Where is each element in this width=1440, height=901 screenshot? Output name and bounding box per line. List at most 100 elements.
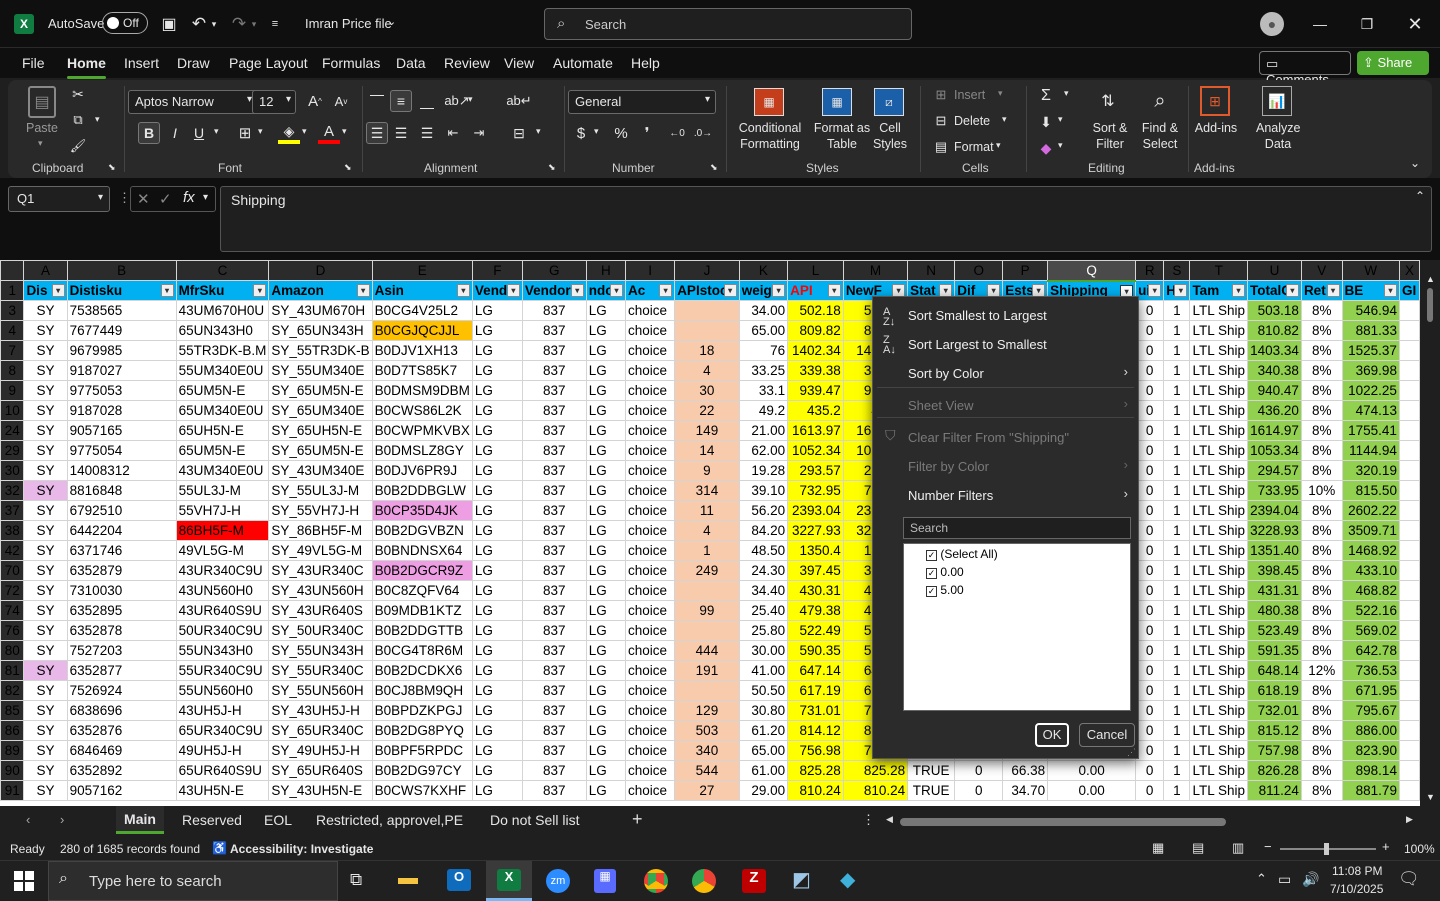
paste-dropdown-icon[interactable]: ▾ bbox=[38, 138, 43, 149]
cell[interactable]: 30 bbox=[674, 380, 740, 401]
prev-sheet-icon[interactable]: ‹ bbox=[26, 812, 30, 827]
cell[interactable]: 8% bbox=[1300, 620, 1343, 641]
cell[interactable]: 65UM5N-E bbox=[175, 440, 270, 461]
cell[interactable]: 9775053 bbox=[66, 380, 177, 401]
cell[interactable]: 4 bbox=[674, 360, 740, 381]
cell[interactable]: LG bbox=[471, 760, 523, 781]
column-header[interactable]: U bbox=[1246, 260, 1302, 281]
cell[interactable]: choice bbox=[625, 380, 676, 401]
row-header[interactable]: 37 bbox=[0, 500, 25, 521]
filter-search-input[interactable]: Search bbox=[903, 517, 1131, 539]
file-explorer-icon[interactable]: ▬ bbox=[398, 867, 418, 890]
cell[interactable]: SY bbox=[23, 620, 68, 641]
scroll-down-icon[interactable]: ▼ bbox=[1426, 792, 1435, 802]
format-as-table-label[interactable]: Format as Table bbox=[812, 120, 872, 152]
cell[interactable]: 1052.34 bbox=[787, 440, 844, 461]
cell[interactable]: 2602.22 bbox=[1341, 500, 1400, 521]
cell[interactable]: 50UR340C9U bbox=[175, 620, 270, 641]
cell[interactable]: 49UH5J-H bbox=[175, 740, 270, 761]
autosave-toggle[interactable]: Off bbox=[102, 12, 148, 34]
sort-smallest-to-largest[interactable]: Sort Smallest to Largest bbox=[908, 308, 1047, 323]
cell[interactable]: 0.00 bbox=[1047, 760, 1137, 781]
column-header[interactable]: D bbox=[268, 260, 373, 281]
cell[interactable]: 86BH5F-M bbox=[175, 520, 270, 541]
cell[interactable]: 65UM340E0U bbox=[175, 400, 270, 421]
cell[interactable]: 4 bbox=[674, 520, 740, 541]
zoom-slider-thumb[interactable] bbox=[1324, 843, 1329, 855]
redo-icon[interactable]: ↷ bbox=[228, 13, 250, 35]
cell[interactable]: SY_43UM340E bbox=[268, 460, 373, 481]
worksheet-grid[interactable]: A B C D E F G H I J K L M N O P Q R S T U V W X 1 Dis ▾ Distisku ▾ Mf… bbox=[0, 260, 1420, 806]
cell[interactable]: 8% bbox=[1300, 360, 1343, 381]
cell[interactable]: 503.18 bbox=[1246, 300, 1302, 321]
column-header[interactable]: J bbox=[674, 260, 740, 281]
cell[interactable]: choice bbox=[625, 680, 676, 701]
cell[interactable]: 731.01 bbox=[787, 700, 844, 721]
header-cell[interactable]: TotalC ▾ bbox=[1246, 280, 1302, 301]
cell[interactable]: 1 bbox=[1163, 520, 1191, 541]
cell[interactable]: B0BNDNSX64 bbox=[371, 540, 473, 561]
cell[interactable]: LG bbox=[585, 360, 627, 381]
align-middle-icon[interactable]: ≡ bbox=[390, 90, 412, 112]
cell[interactable]: SY_50UR340C bbox=[268, 620, 373, 641]
cell[interactable]: 65UH5N-E bbox=[175, 420, 270, 441]
cell[interactable]: 0 bbox=[1135, 360, 1165, 381]
decrease-indent-icon[interactable]: ⇤ bbox=[442, 122, 464, 144]
cell[interactable]: 6352892 bbox=[66, 760, 177, 781]
cell[interactable]: 837 bbox=[521, 700, 587, 721]
cell[interactable]: 1 bbox=[1163, 760, 1191, 781]
cell[interactable] bbox=[1398, 760, 1420, 781]
column-header[interactable]: C bbox=[175, 260, 270, 281]
cell[interactable]: 339.38 bbox=[787, 360, 844, 381]
minimize-icon[interactable]: — bbox=[1305, 10, 1335, 38]
cell[interactable] bbox=[1398, 420, 1420, 441]
cell[interactable]: LG bbox=[471, 440, 523, 461]
cell[interactable]: 810.24 bbox=[787, 780, 844, 801]
cell[interactable]: 0 bbox=[1135, 580, 1165, 601]
filter-dropdown-icon[interactable]: ▾ bbox=[723, 284, 737, 297]
cell[interactable]: SY bbox=[23, 680, 68, 701]
cell[interactable]: 24.30 bbox=[738, 560, 789, 581]
cell[interactable]: LG bbox=[471, 560, 523, 581]
cell[interactable]: 0 bbox=[1135, 660, 1165, 681]
tab-page-layout[interactable]: Page Layout bbox=[229, 55, 308, 71]
cell[interactable] bbox=[674, 300, 740, 321]
cell[interactable]: 0 bbox=[1135, 720, 1165, 741]
header-cell[interactable]: ndor ▾ bbox=[585, 280, 627, 301]
cell[interactable]: 340.38 bbox=[1246, 360, 1302, 381]
cell[interactable]: 0 bbox=[1135, 700, 1165, 721]
cell[interactable]: 8% bbox=[1300, 560, 1343, 581]
cell[interactable]: LG bbox=[585, 560, 627, 581]
user-avatar[interactable]: ● bbox=[1260, 12, 1284, 36]
cell[interactable]: 0 bbox=[1135, 480, 1165, 501]
cell[interactable]: LTL Ship bbox=[1189, 520, 1248, 541]
cell[interactable]: 433.10 bbox=[1341, 560, 1400, 581]
volume-icon[interactable]: 🔊 bbox=[1302, 871, 1319, 888]
cell[interactable]: 837 bbox=[521, 540, 587, 561]
column-header[interactable]: O bbox=[954, 260, 1004, 281]
cell[interactable]: 14008312 bbox=[66, 460, 177, 481]
cell[interactable]: LTL Ship bbox=[1189, 400, 1248, 421]
cell[interactable]: LG bbox=[471, 520, 523, 541]
clock-time[interactable]: 11:08 PM bbox=[1332, 864, 1382, 878]
cell[interactable]: 1350.4 bbox=[787, 540, 844, 561]
cell[interactable]: 50.50 bbox=[738, 680, 789, 701]
cell[interactable]: 10% bbox=[1300, 480, 1343, 501]
header-cell[interactable]: Distisku ▾ bbox=[66, 280, 177, 301]
insert-function-icon[interactable]: fx bbox=[183, 189, 195, 206]
cell[interactable]: B0BPF5RPDC bbox=[371, 740, 473, 761]
close-icon[interactable]: ✕ bbox=[1400, 10, 1430, 38]
cell[interactable]: B0CJ8BM9QH bbox=[371, 680, 473, 701]
cell[interactable]: 837 bbox=[521, 400, 587, 421]
cell[interactable]: 1525.37 bbox=[1341, 340, 1400, 361]
format-dropdown-icon[interactable]: ▾ bbox=[996, 140, 1001, 151]
header-cell[interactable]: Dis ▾ bbox=[23, 280, 68, 301]
header-cell[interactable]: H ▾ bbox=[1163, 280, 1191, 301]
cell[interactable]: LTL Ship bbox=[1189, 640, 1248, 661]
cell[interactable]: 25.40 bbox=[738, 600, 789, 621]
cell[interactable]: SY bbox=[23, 780, 68, 801]
cell[interactable]: 795.67 bbox=[1341, 700, 1400, 721]
calculator-icon[interactable]: ▦ bbox=[594, 869, 616, 893]
increase-font-icon[interactable]: A ^ bbox=[304, 90, 326, 112]
align-top-icon[interactable]: ⎺ bbox=[366, 90, 388, 112]
